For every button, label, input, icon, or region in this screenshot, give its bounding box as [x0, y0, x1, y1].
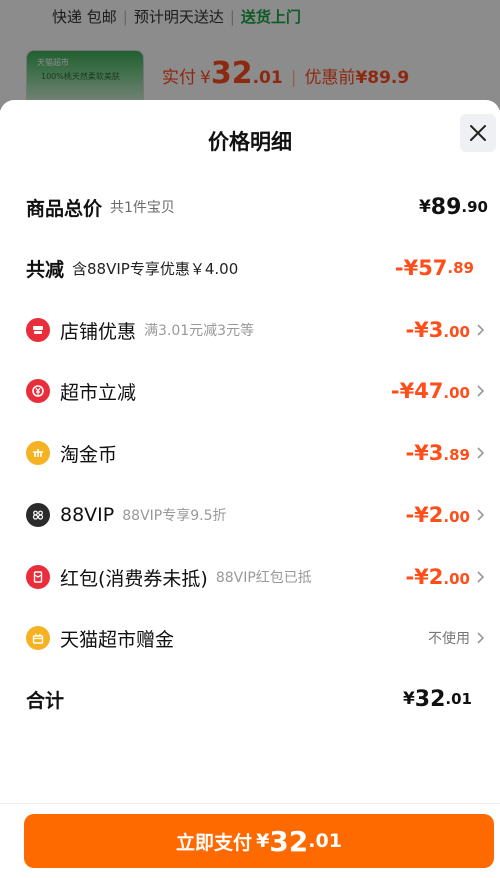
total-price-sub: 共1件宝贝 [110, 200, 175, 216]
vip88-sub: 88VIP专享9.5折 [122, 508, 227, 524]
gold-coin-amount: -¥3.89 [405, 441, 470, 465]
gift-gold-label: 天猫超市赠金 [60, 628, 175, 651]
row-gold-coin[interactable]: 淘金币 -¥3.89 [26, 433, 488, 473]
row-total-reduce: 共减 含88VIP专享优惠￥4.00 -¥ 57.89 [26, 248, 488, 288]
row-red-packet[interactable]: 红包(消费券未抵) 88VIP红包已抵 -¥2.00 [26, 557, 488, 597]
row-total-price: 商品总价 共1件宝贝 ¥89.90 [26, 187, 488, 227]
row-88vip[interactable]: 88VIP 88VIP专享9.5折 -¥2.00 [26, 495, 488, 535]
total-price-label: 商品总价 [26, 197, 103, 220]
vip88-label: 88VIP [60, 504, 115, 526]
store-coupon-amount: -¥3.00 [405, 318, 470, 342]
gift-gold-icon [26, 626, 50, 650]
total-price-amount: ¥89.90 [418, 194, 488, 220]
store-coupon-icon [26, 318, 50, 342]
gold-coin-icon [26, 441, 50, 465]
chevron-right-icon [477, 324, 485, 336]
grand-total-amount: ¥32.01 [402, 686, 472, 712]
background-page: 快递 包邮 | 预计明天送达 | 送货上门 天猫超市 100%桃天然柔软美肤 实付 ¥32… [0, 0, 500, 110]
red-packet-amount: -¥2.00 [405, 565, 470, 589]
chevron-right-icon [477, 632, 485, 644]
reduce-amount: -¥ 57.89 [394, 256, 474, 280]
market-discount-amount: -¥47.00 [390, 379, 470, 403]
store-coupon-label: 店铺优惠 [60, 320, 137, 343]
price-detail-sheet: 价格明细 商品总价 共1件宝贝 ¥89.90 共减 含88VIP专享优惠￥4.0… [0, 100, 500, 878]
row-grand-total: 合计 ¥32.01 [26, 679, 488, 719]
red-packet-label: 红包(消费券未抵) [60, 567, 208, 590]
market-discount-icon [26, 379, 50, 403]
vip88-amount: -¥2.00 [405, 503, 470, 527]
chevron-right-icon [477, 571, 485, 583]
pay-label: 立即支付 [176, 831, 253, 854]
row-store-coupon[interactable]: 店铺优惠 满3.01元减3元等 -¥3.00 [26, 310, 488, 350]
sheet-title: 价格明细 [208, 130, 292, 154]
reduce-sub: 含88VIP专享优惠￥4.00 [72, 259, 239, 278]
gold-coin-label: 淘金币 [60, 443, 118, 466]
row-market-discount[interactable]: 超市立减 -¥47.00 [26, 371, 488, 411]
chevron-right-icon [477, 385, 485, 397]
row-gift-gold[interactable]: 天猫超市赠金 不使用 [26, 618, 488, 658]
red-packet-icon [26, 565, 50, 589]
gift-gold-status: 不使用 [428, 631, 470, 647]
market-discount-label: 超市立减 [60, 381, 137, 404]
store-coupon-sub: 满3.01元减3元等 [144, 323, 255, 339]
chevron-right-icon [477, 509, 485, 521]
red-packet-sub: 88VIP红包已抵 [215, 570, 312, 586]
reduce-label: 共减 [26, 258, 65, 281]
close-icon [470, 125, 486, 141]
overlay-mask[interactable] [0, 0, 500, 110]
chevron-right-icon [477, 447, 485, 459]
grand-total-label: 合计 [26, 689, 65, 712]
footer-divider [0, 803, 500, 804]
close-button[interactable] [460, 114, 496, 152]
pay-amount-int: 32 [269, 824, 309, 858]
pay-now-button[interactable]: 立即支付 ¥32.01 [24, 814, 494, 868]
vip88-icon [26, 503, 50, 527]
